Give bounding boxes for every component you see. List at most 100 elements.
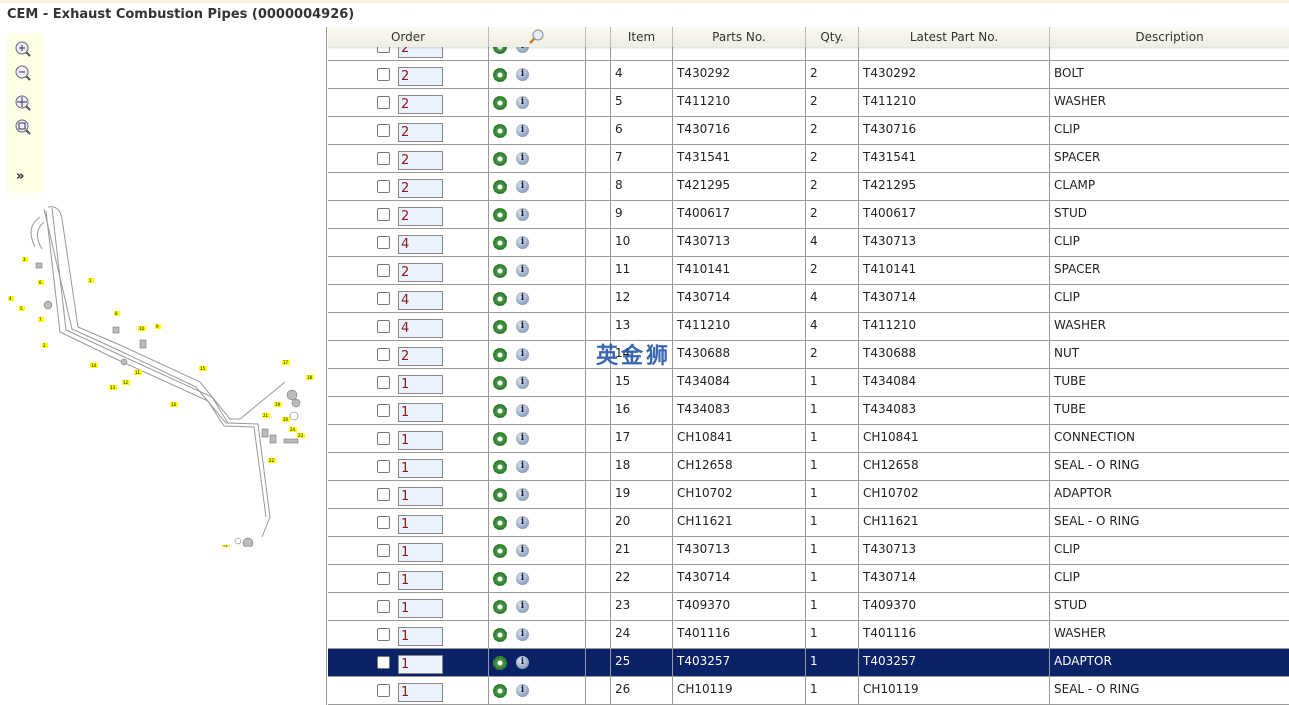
info-icon[interactable]: i bbox=[516, 320, 529, 333]
table-row[interactable]: 1 i 19 CH10702 1 CH10702 ADAPTOR bbox=[328, 481, 1289, 509]
row-checkbox[interactable] bbox=[377, 264, 390, 277]
zoom-in-icon[interactable] bbox=[14, 40, 32, 58]
col-search[interactable] bbox=[488, 27, 585, 47]
order-qty-input[interactable]: 2 bbox=[398, 123, 443, 142]
callout-26[interactable]: 26 bbox=[223, 545, 229, 547]
info-icon[interactable]: i bbox=[516, 264, 529, 277]
row-checkbox[interactable] bbox=[377, 208, 390, 221]
info-icon[interactable]: i bbox=[516, 180, 529, 193]
col-order[interactable]: Order bbox=[328, 27, 488, 47]
callout-11[interactable]: 11 bbox=[135, 370, 141, 375]
order-qty-input[interactable]: 1 bbox=[398, 683, 443, 702]
row-checkbox[interactable] bbox=[377, 572, 390, 585]
info-icon[interactable]: i bbox=[516, 292, 529, 305]
table-row[interactable]: 1 i 18 CH12658 1 CH12658 SEAL - O RING bbox=[328, 453, 1289, 481]
info-icon[interactable]: i bbox=[516, 460, 529, 473]
table-row[interactable]: 1 i 20 CH11621 1 CH11621 SEAL - O RING bbox=[328, 509, 1289, 537]
gear-icon[interactable] bbox=[493, 124, 507, 138]
gear-icon[interactable] bbox=[493, 600, 507, 614]
callout-23[interactable]: 23 bbox=[298, 433, 304, 438]
table-row[interactable]: 1 i 21 T430713 1 T430713 CLIP bbox=[328, 537, 1289, 565]
row-checkbox[interactable] bbox=[377, 68, 390, 81]
info-icon[interactable]: i bbox=[516, 208, 529, 221]
row-checkbox[interactable] bbox=[377, 152, 390, 165]
table-row[interactable]: 2 i 6 T430716 2 T430716 CLIP bbox=[328, 117, 1289, 145]
info-icon[interactable]: i bbox=[516, 96, 529, 109]
info-icon[interactable]: i bbox=[516, 348, 529, 361]
order-qty-input[interactable]: 4 bbox=[398, 319, 443, 338]
order-qty-input[interactable]: 1 bbox=[398, 627, 443, 646]
row-checkbox[interactable] bbox=[377, 376, 390, 389]
table-row[interactable]: 2 i 9 T400617 2 T400617 STUD bbox=[328, 201, 1289, 229]
row-checkbox[interactable] bbox=[377, 684, 390, 697]
info-icon[interactable]: i bbox=[516, 572, 529, 585]
table-row[interactable]: 2 i 11 T410141 2 T410141 SPACER bbox=[328, 257, 1289, 285]
gear-icon[interactable] bbox=[493, 544, 507, 558]
info-icon[interactable]: i bbox=[516, 488, 529, 501]
row-checkbox[interactable] bbox=[377, 236, 390, 249]
order-qty-input[interactable]: 2 bbox=[398, 95, 443, 114]
table-row[interactable]: 1 i 25 T403257 1 T403257 ADAPTOR bbox=[328, 649, 1289, 677]
table-row[interactable]: 1 i 15 T434084 1 T434084 TUBE bbox=[328, 369, 1289, 397]
search-icon[interactable] bbox=[529, 29, 545, 45]
callout-14[interactable]: 14 bbox=[91, 363, 97, 368]
callout-15[interactable]: 15 bbox=[200, 366, 206, 371]
row-checkbox[interactable] bbox=[377, 516, 390, 529]
gear-icon[interactable] bbox=[493, 460, 507, 474]
gear-icon[interactable] bbox=[493, 152, 507, 166]
table-row[interactable]: 4 i 12 T430714 4 T430714 CLIP bbox=[328, 285, 1289, 313]
gear-icon[interactable] bbox=[493, 488, 507, 502]
info-icon[interactable]: i bbox=[516, 236, 529, 249]
col-latest-part-no[interactable]: Latest Part No. bbox=[858, 27, 1049, 47]
row-checkbox[interactable] bbox=[377, 656, 390, 669]
col-qty[interactable]: Qty. bbox=[805, 27, 858, 47]
table-row[interactable]: 2 i 8 T421295 2 T421295 CLAMP bbox=[328, 173, 1289, 201]
callout-12[interactable]: 12 bbox=[123, 380, 129, 385]
table-row[interactable]: 1 i 16 T434083 1 T434083 TUBE bbox=[328, 397, 1289, 425]
table-row[interactable]: 1 i 22 T430714 1 T430714 CLIP bbox=[328, 565, 1289, 593]
order-qty-input[interactable]: 1 bbox=[398, 543, 443, 562]
info-icon[interactable]: i bbox=[516, 600, 529, 613]
zoom-out-icon[interactable] bbox=[14, 64, 32, 82]
row-checkbox[interactable] bbox=[377, 348, 390, 361]
table-row[interactable]: 2 i 14 T430688 2 T430688 NUT bbox=[328, 341, 1289, 369]
gear-icon[interactable] bbox=[493, 684, 507, 698]
callout-22[interactable]: 22 bbox=[269, 458, 275, 463]
table-row[interactable]: 4 i 13 T411210 4 T411210 WASHER bbox=[328, 313, 1289, 341]
table-row[interactable]: 2 i 4 T430292 2 T430292 BOLT bbox=[328, 61, 1289, 89]
table-row[interactable]: 1 i 24 T401116 1 T401116 WASHER bbox=[328, 621, 1289, 649]
order-qty-input[interactable]: 1 bbox=[398, 403, 443, 422]
row-checkbox[interactable] bbox=[377, 180, 390, 193]
callout-19[interactable]: 19 bbox=[275, 402, 281, 407]
callout-20[interactable]: 20 bbox=[283, 417, 289, 422]
callout-13[interactable]: 13 bbox=[110, 385, 116, 390]
callout-18[interactable]: 18 bbox=[307, 375, 313, 380]
gear-icon[interactable] bbox=[493, 180, 507, 194]
order-qty-input[interactable]: 2 bbox=[398, 263, 443, 282]
info-icon[interactable]: i bbox=[516, 656, 529, 669]
row-checkbox[interactable] bbox=[377, 292, 390, 305]
row-checkbox[interactable] bbox=[377, 124, 390, 137]
gear-icon[interactable] bbox=[493, 404, 507, 418]
col-item[interactable]: Item bbox=[610, 27, 672, 47]
order-qty-input[interactable]: 1 bbox=[398, 431, 443, 450]
info-icon[interactable]: i bbox=[516, 432, 529, 445]
order-qty-input[interactable]: 4 bbox=[398, 291, 443, 310]
gear-icon[interactable] bbox=[493, 432, 507, 446]
gear-icon[interactable] bbox=[493, 292, 507, 306]
info-icon[interactable]: i bbox=[516, 124, 529, 137]
col-description[interactable]: Description bbox=[1049, 27, 1289, 47]
row-checkbox[interactable] bbox=[377, 460, 390, 473]
gear-icon[interactable] bbox=[493, 208, 507, 222]
order-qty-input[interactable]: 2 bbox=[398, 151, 443, 170]
gear-icon[interactable] bbox=[493, 348, 507, 362]
gear-icon[interactable] bbox=[493, 68, 507, 82]
gear-icon[interactable] bbox=[493, 628, 507, 642]
row-checkbox[interactable] bbox=[377, 488, 390, 501]
row-checkbox[interactable] bbox=[377, 404, 390, 417]
gear-icon[interactable] bbox=[493, 264, 507, 278]
info-icon[interactable]: i bbox=[516, 628, 529, 641]
table-row[interactable]: 2 i 5 T411210 2 T411210 WASHER bbox=[328, 89, 1289, 117]
callout-10[interactable]: 10 bbox=[139, 326, 145, 331]
order-qty-input[interactable]: 1 bbox=[398, 375, 443, 394]
